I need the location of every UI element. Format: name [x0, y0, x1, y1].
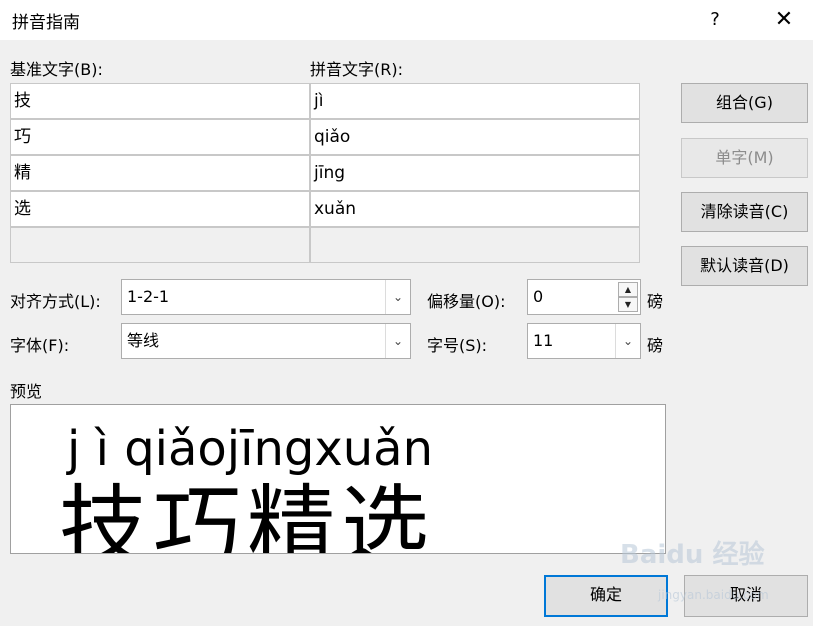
base-text-header: 基准文字(B): — [10, 60, 103, 79]
size-unit: 磅 — [647, 336, 664, 355]
default-reading-button[interactable]: 默认读音(D) — [681, 246, 808, 286]
title-bar — [0, 0, 813, 40]
ruby-text-cell[interactable]: xuǎn — [310, 191, 640, 227]
ruby-text-header: 拼音文字(R): — [310, 60, 403, 79]
alignment-value: 1-2-1 — [127, 287, 170, 306]
preview-label: 预览 — [10, 382, 43, 401]
offset-spinner[interactable]: 0 ▲ ▼ — [527, 279, 641, 315]
size-select[interactable]: 11 ⌄ — [527, 323, 641, 359]
chevron-down-icon[interactable]: ⌄ — [385, 324, 410, 358]
spin-down-icon[interactable]: ▼ — [618, 297, 638, 312]
chevron-down-icon[interactable]: ⌄ — [385, 280, 410, 314]
preview-box: j ì qiǎojīngxuǎn 技巧精选 — [10, 404, 666, 554]
ruby-text-cell[interactable]: qiǎo — [310, 119, 640, 155]
base-text-cell[interactable]: 技 — [10, 83, 310, 119]
ruby-text-cell[interactable]: jì — [310, 83, 640, 119]
size-label: 字号(S): — [427, 336, 488, 355]
ruby-text-cell[interactable]: jīng — [310, 155, 640, 191]
alignment-select[interactable]: 1-2-1 ⌄ — [121, 279, 411, 315]
base-text-cell-empty — [10, 227, 310, 263]
offset-unit: 磅 — [647, 292, 664, 311]
base-text-cell[interactable]: 精 — [10, 155, 310, 191]
offset-label: 偏移量(O): — [427, 292, 506, 311]
group-button[interactable]: 组合(G) — [681, 83, 808, 123]
spin-up-icon[interactable]: ▲ — [618, 282, 638, 297]
size-value: 11 — [533, 331, 554, 350]
alignment-label: 对齐方式(L): — [10, 292, 101, 311]
base-text-cell[interactable]: 巧 — [10, 119, 310, 155]
chevron-down-icon[interactable]: ⌄ — [615, 324, 640, 358]
baidu-watermark-url: jingyan.baidu.com — [658, 588, 769, 602]
font-value: 等线 — [127, 331, 160, 350]
close-button[interactable]: ✕ — [768, 6, 800, 34]
dialog-title: 拼音指南 — [12, 13, 80, 33]
base-text-cell[interactable]: 选 — [10, 191, 310, 227]
mono-button[interactable]: 单字(M) — [681, 138, 808, 178]
font-label: 字体(F): — [10, 336, 70, 355]
offset-value: 0 — [533, 287, 544, 306]
font-select[interactable]: 等线 ⌄ — [121, 323, 411, 359]
ruby-text-cell-empty — [310, 227, 640, 263]
clear-reading-button[interactable]: 清除读音(C) — [681, 192, 808, 232]
help-button[interactable]: ? — [700, 6, 730, 34]
preview-hanzi: 技巧精选 — [59, 475, 436, 554]
ok-button[interactable]: 确定 — [544, 575, 668, 617]
baidu-watermark: Baidu 经验 — [620, 540, 765, 570]
